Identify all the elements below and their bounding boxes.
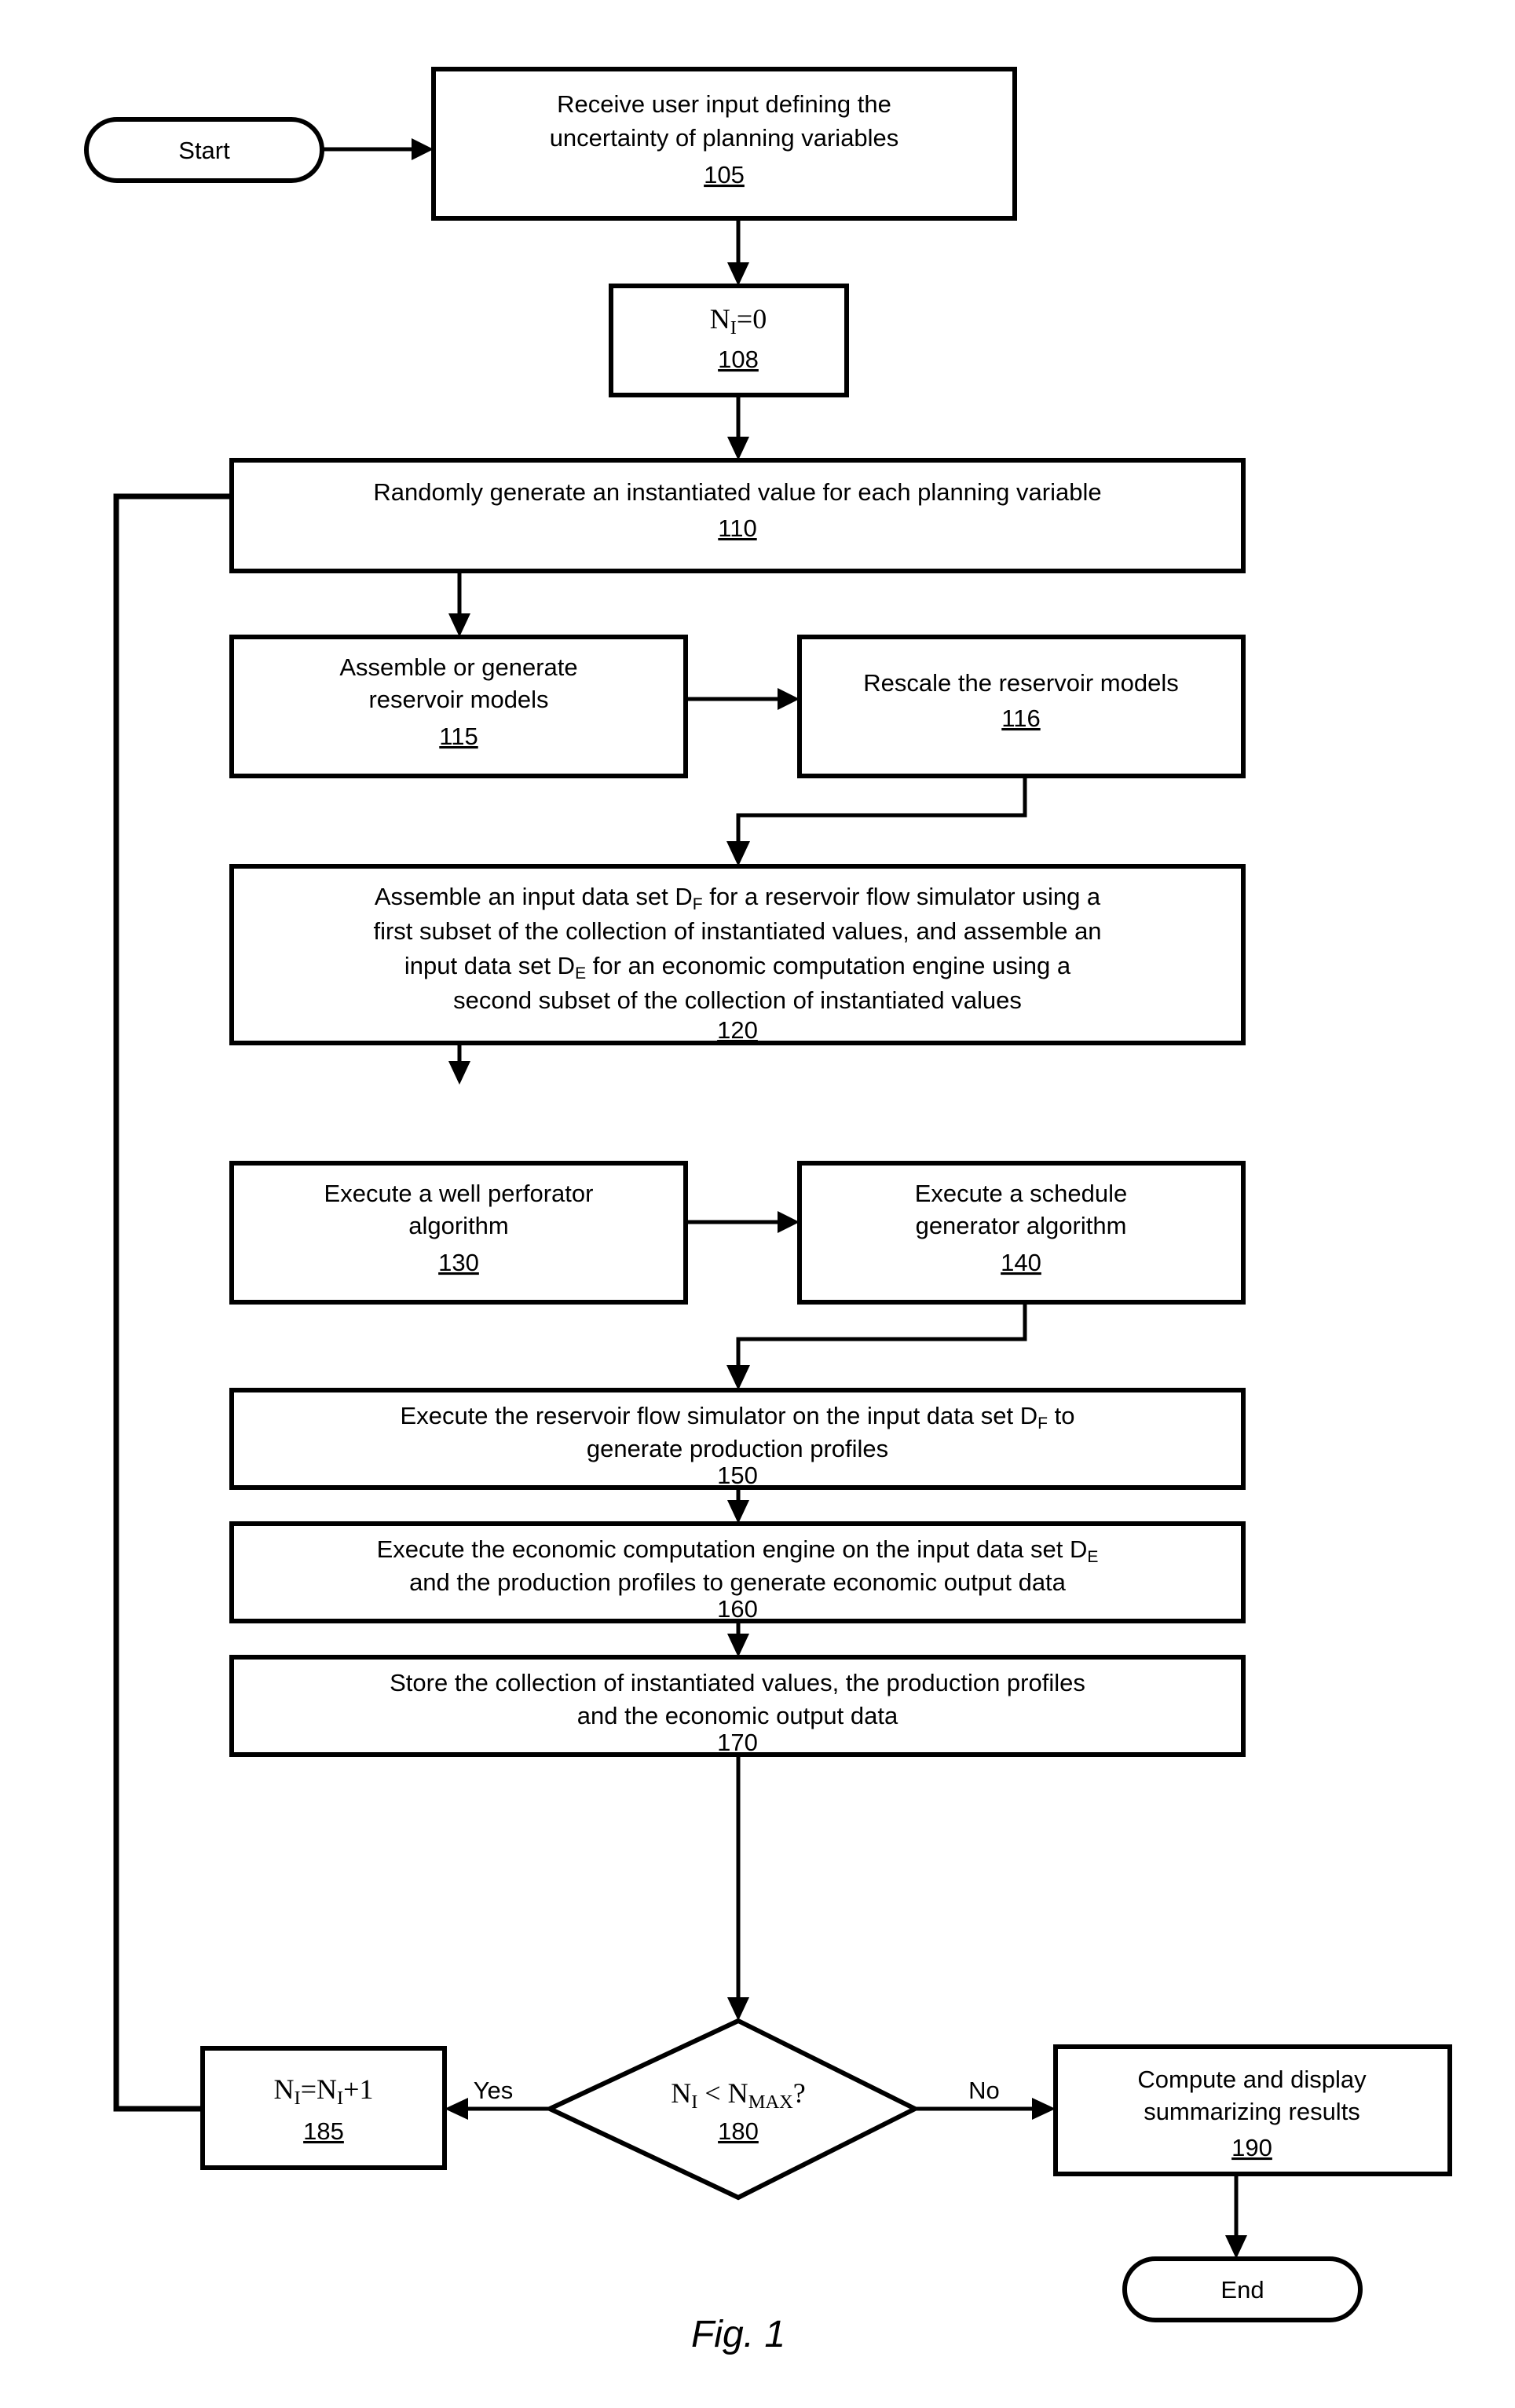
node-150[interactable]: Execute the reservoir flow simulator on … [229, 1388, 1246, 1490]
node-108-ref: 108 [718, 346, 759, 373]
node-108[interactable]: NI=0 108 [609, 284, 849, 397]
node-end-label: End [1220, 2276, 1264, 2304]
node-160-ref: 160 [717, 1595, 758, 1623]
edge-190-to-end [1225, 2174, 1247, 2259]
node-110[interactable]: Randomly generate an instantiated value … [229, 458, 1246, 573]
edge-140-to-150 [726, 1299, 1027, 1390]
node-180-ref: 180 [718, 2117, 759, 2145]
node-160[interactable]: Execute the economic computation engine … [229, 1521, 1246, 1623]
node-170[interactable]: Store the collection of instantiated val… [229, 1655, 1246, 1757]
node-105-ref: 105 [704, 161, 745, 188]
node-120-line-1: Assemble an input data set DF for a rese… [375, 883, 1101, 913]
node-170-line-2: and the economic output data [577, 1702, 898, 1729]
node-185-expression: NI=NI+1 [274, 2073, 374, 2109]
node-160-line-1: Execute the economic computation engine … [377, 1535, 1099, 1566]
edge-160-to-170 [727, 1620, 749, 1657]
node-130-ref: 130 [438, 1249, 479, 1276]
node-120-line-3: input data set DE for an economic comput… [404, 952, 1071, 983]
node-start-label: Start [178, 137, 230, 164]
node-140[interactable]: Execute a schedule generator algorithm 1… [797, 1161, 1246, 1305]
node-115-line-2: reservoir models [368, 686, 548, 713]
node-150-ref: 150 [717, 1462, 758, 1489]
edge-170-to-180 [727, 1754, 749, 2021]
node-180[interactable]: NI < NMAX? 180 [543, 2018, 920, 2201]
node-150-line-2: generate production profiles [587, 1435, 888, 1462]
node-185-ref: 185 [303, 2117, 344, 2145]
node-108-expression: NI=0 [710, 303, 767, 339]
edge-150-to-160 [727, 1487, 749, 1524]
node-185[interactable]: NI=NI+1 185 [200, 2046, 447, 2170]
node-115-ref: 115 [439, 723, 478, 750]
edge-label-no: No [968, 2077, 1000, 2104]
flowchart-svg: Start Receive user input defining the un… [84, 67, 1452, 2355]
node-start[interactable]: Start [84, 117, 324, 183]
node-120[interactable]: Assemble an input data set DF for a rese… [229, 864, 1246, 1045]
node-190-line-1: Compute and display [1137, 2066, 1367, 2093]
node-150-line-1: Execute the reservoir flow simulator on … [401, 1402, 1075, 1433]
node-140-line-1: Execute a schedule [915, 1180, 1128, 1207]
node-116-line-1: Rescale the reservoir models [863, 669, 1178, 697]
node-140-ref: 140 [1001, 1249, 1041, 1276]
node-110-ref: 110 [718, 514, 756, 542]
node-140-line-2: generator algorithm [916, 1212, 1127, 1239]
node-116-ref: 116 [1001, 704, 1040, 732]
node-130[interactable]: Execute a well perforator algorithm 130 [229, 1161, 688, 1305]
edge-116-to-120 [726, 776, 1027, 866]
node-170-ref: 170 [717, 1729, 758, 1756]
node-190-ref: 190 [1231, 2134, 1272, 2161]
edge-120-to-130 [448, 1043, 470, 1085]
node-105-line-1: Receive user input defining the [557, 90, 891, 118]
node-170-line-1: Store the collection of instantiated val… [390, 1669, 1085, 1696]
edge-label-yes: Yes [474, 2077, 514, 2104]
node-105-line-2: uncertainty of planning variables [550, 124, 899, 152]
node-160-line-2: and the production profiles to generate … [409, 1568, 1067, 1596]
node-120-line-2: first subset of the collection of instan… [373, 917, 1101, 945]
edge-108-to-110 [727, 395, 749, 460]
node-116[interactable]: Rescale the reservoir models 116 [797, 635, 1246, 778]
node-190[interactable]: Compute and display summarizing results … [1053, 2044, 1452, 2176]
node-end[interactable]: End [1122, 2256, 1363, 2322]
node-105[interactable]: Receive user input defining the uncertai… [431, 67, 1017, 221]
node-115-line-1: Assemble or generate [339, 653, 577, 681]
edge-130-to-140 [686, 1211, 800, 1233]
edge-115-to-116 [686, 688, 800, 710]
edge-105-to-108 [727, 218, 749, 286]
figure-caption: Fig. 1 [691, 2314, 785, 2355]
node-130-line-2: algorithm [408, 1212, 509, 1239]
node-115[interactable]: Assemble or generate reservoir models 11… [229, 635, 688, 778]
node-120-ref: 120 [717, 1016, 758, 1044]
node-110-line-1: Randomly generate an instantiated value … [373, 478, 1101, 506]
node-120-line-4: second subset of the collection of insta… [453, 986, 1022, 1014]
node-130-line-1: Execute a well perforator [324, 1180, 594, 1207]
node-190-line-2: summarizing results [1144, 2098, 1360, 2125]
figure-root: Start Receive user input defining the un… [0, 0, 1515, 2408]
edge-start-to-105 [322, 138, 434, 160]
edge-110-to-115 [448, 571, 470, 637]
